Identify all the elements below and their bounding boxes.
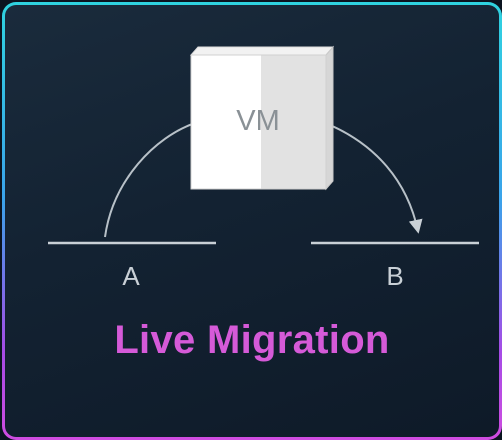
migration-arc-to-b-arrow [329, 124, 423, 234]
card-title: Live Migration [114, 318, 390, 362]
vm-label: VM [236, 105, 280, 137]
host-a-label: A [122, 261, 140, 291]
vm-cube-top [189, 46, 335, 56]
migration-arc-from-a [104, 122, 196, 238]
migration-diagram: VM A B [48, 45, 479, 291]
vm-cube-side [325, 45, 334, 191]
host-b-label: B [386, 261, 403, 291]
live-migration-card[interactable]: VM A B Live Migration [2, 2, 502, 440]
